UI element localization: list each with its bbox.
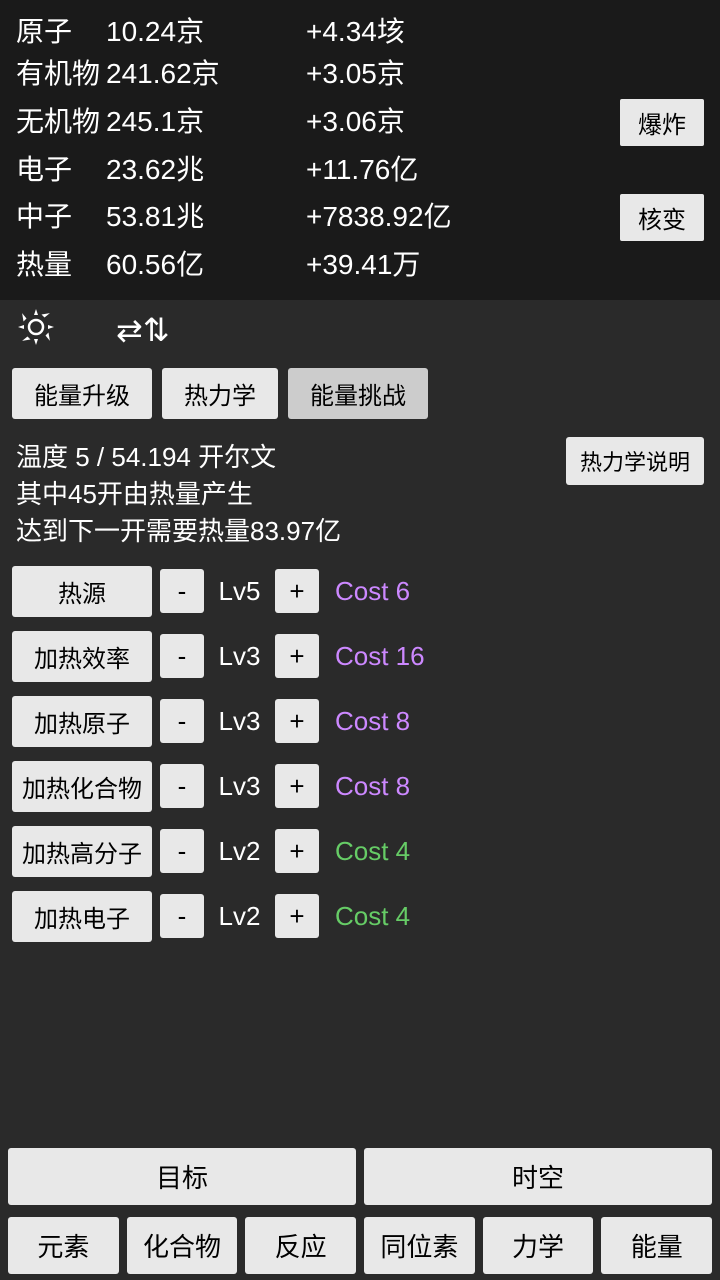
heat-source-line: 其中45开由热量产生 xyxy=(16,474,566,511)
upgrade-name-button-4[interactable]: 加热高分子 xyxy=(12,826,152,877)
upgrade-plus-button-0[interactable]: + xyxy=(275,569,319,613)
upgrade-row: 加热原子-Lv3 + Cost 8 xyxy=(12,696,708,747)
upgrade-name-button-1[interactable]: 加热效率 xyxy=(12,631,152,682)
bottom-nav-力学[interactable]: 力学 xyxy=(483,1217,594,1274)
upgrade-minus-button-4[interactable]: - xyxy=(160,829,204,873)
upgrade-row: 热源-Lv5 + Cost 6 xyxy=(12,566,708,617)
stat-row: 无机物245.1京+3.06京爆炸 xyxy=(16,99,704,146)
upgrade-row: 加热化合物-Lv3 + Cost 8 xyxy=(12,761,708,812)
stat-delta: +3.06京 xyxy=(306,104,620,140)
stat-label: 热量 xyxy=(16,247,106,283)
nuclear-button[interactable]: 核变 xyxy=(620,194,704,241)
stat-value: 10.24京 xyxy=(106,14,306,50)
stat-label: 原子 xyxy=(16,14,106,50)
upgrade-name-button-5[interactable]: 加热电子 xyxy=(12,891,152,942)
bottom-nav-反应[interactable]: 反应 xyxy=(245,1217,356,1274)
upgrade-name-button-0[interactable]: 热源 xyxy=(12,566,152,617)
upgrade-level-0: Lv5 xyxy=(212,576,267,607)
upgrade-cost-5: Cost 4 xyxy=(335,901,410,932)
upgrade-row: 加热高分子-Lv2 + Cost 4 xyxy=(12,826,708,877)
stat-delta: +4.34垓 xyxy=(306,14,704,50)
upgrade-cost-2: Cost 8 xyxy=(335,706,410,737)
upgrade-level-1: Lv3 xyxy=(212,641,267,672)
upgrade-plus-button-2[interactable]: + xyxy=(275,699,319,743)
stat-label: 无机物 xyxy=(16,104,106,140)
upgrade-minus-button-3[interactable]: - xyxy=(160,764,204,808)
stat-row: 中子53.81兆+7838.92亿核变 xyxy=(16,194,704,241)
bottom-nav-时空[interactable]: 时空 xyxy=(364,1148,712,1205)
bottom-nav-同位素[interactable]: 同位素 xyxy=(364,1217,475,1274)
upgrade-level-3: Lv3 xyxy=(212,771,267,802)
upgrade-minus-button-2[interactable]: - xyxy=(160,699,204,743)
next-degree-line: 达到下一开需要热量83.97亿 xyxy=(16,511,566,548)
upgrade-minus-button-0[interactable]: - xyxy=(160,569,204,613)
stat-delta: +39.41万 xyxy=(306,247,704,283)
info-section: 温度 5 / 54.194 开尔文 其中45开由热量产生 达到下一开需要热量83… xyxy=(0,427,720,558)
tab-2[interactable]: 能量挑战 xyxy=(288,368,428,419)
stat-label: 中子 xyxy=(16,199,106,235)
bottom-nav: 目标时空 元素化合物反应同位素力学能量 xyxy=(0,1142,720,1280)
stat-delta: +7838.92亿 xyxy=(306,199,620,235)
stat-row: 原子10.24京+4.34垓 xyxy=(16,14,704,50)
bottom-nav-能量[interactable]: 能量 xyxy=(601,1217,712,1274)
upgrade-level-5: Lv2 xyxy=(212,901,267,932)
bottom-nav-目标[interactable]: 目标 xyxy=(8,1148,356,1205)
bottom-nav-元素[interactable]: 元素 xyxy=(8,1217,119,1274)
upgrade-minus-button-1[interactable]: - xyxy=(160,634,204,678)
upgrade-minus-button-5[interactable]: - xyxy=(160,894,204,938)
tab-1[interactable]: 热力学 xyxy=(162,368,278,419)
upgrade-row: 加热效率-Lv3 + Cost 16 xyxy=(12,631,708,682)
shuffle-icon: ⇄⇅ xyxy=(116,311,170,349)
upgrade-plus-button-5[interactable]: + xyxy=(275,894,319,938)
stat-row: 热量60.56亿+39.41万 xyxy=(16,247,704,283)
upgrade-section: 热源-Lv5+Cost 6加热效率-Lv3+Cost 16加热原子-Lv3+Co… xyxy=(0,558,720,964)
upgrade-cost-0: Cost 6 xyxy=(335,576,410,607)
stat-value: 245.1京 xyxy=(106,104,306,140)
upgrade-name-button-3[interactable]: 加热化合物 xyxy=(12,761,152,812)
bottom-nav-化合物[interactable]: 化合物 xyxy=(127,1217,238,1274)
upgrade-plus-button-1[interactable]: + xyxy=(275,634,319,678)
stats-section: 原子10.24京+4.34垓有机物241.62京+3.05京无机物245.1京+… xyxy=(0,0,720,300)
upgrade-cost-3: Cost 8 xyxy=(335,771,410,802)
stat-label: 有机物 xyxy=(16,56,106,92)
stat-row: 电子23.62兆+11.76亿 xyxy=(16,152,704,188)
stat-value: 23.62兆 xyxy=(106,152,306,188)
stat-delta: +3.05京 xyxy=(306,56,704,92)
explode-button[interactable]: 爆炸 xyxy=(620,99,704,146)
upgrade-cost-4: Cost 4 xyxy=(335,836,410,867)
icon-row: ⇄⇅ xyxy=(0,300,720,360)
upgrade-level-2: Lv3 xyxy=(212,706,267,737)
upgrade-cost-1: Cost 16 xyxy=(335,641,425,672)
upgrade-plus-button-4[interactable]: + xyxy=(275,829,319,873)
stat-value: 60.56亿 xyxy=(106,247,306,283)
tabs-row: 能量升级热力学能量挑战 xyxy=(0,360,720,427)
upgrade-row: 加热电子-Lv2 + Cost 4 xyxy=(12,891,708,942)
tab-0[interactable]: 能量升级 xyxy=(12,368,152,419)
stat-label: 电子 xyxy=(16,152,106,188)
upgrade-name-button-2[interactable]: 加热原子 xyxy=(12,696,152,747)
stat-value: 241.62京 xyxy=(106,56,306,92)
thermodynamics-explain-button[interactable]: 热力学说明 xyxy=(566,437,704,485)
stat-value: 53.81兆 xyxy=(106,199,306,235)
temperature-line: 温度 5 / 54.194 开尔文 xyxy=(16,437,566,474)
stat-delta: +11.76亿 xyxy=(306,152,704,188)
upgrade-level-4: Lv2 xyxy=(212,836,267,867)
stat-row: 有机物241.62京+3.05京 xyxy=(16,56,704,92)
gear-icon[interactable] xyxy=(16,307,56,352)
upgrade-plus-button-3[interactable]: + xyxy=(275,764,319,808)
